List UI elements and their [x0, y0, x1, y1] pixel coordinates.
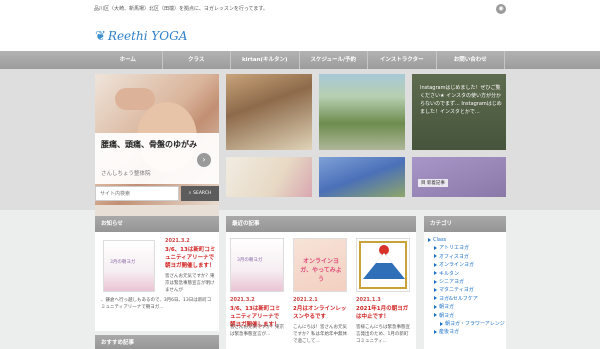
- slide-subtitle: さんしちょう整体院: [101, 171, 151, 177]
- category-item[interactable]: アトリエヨガ: [428, 244, 506, 252]
- recent-post-thumbnail-label: 3月の朝ヨガ: [237, 258, 263, 263]
- recent-post-thumbnail-label: オンラインヨガ、やってみよう: [300, 258, 342, 283]
- nav-item-instructor[interactable]: インストラクター: [368, 51, 437, 69]
- triangle-right-icon: [434, 245, 437, 250]
- news-excerpt: 皆さんお元気ですか？東京は緊急事態宣言が明けませんが: [165, 274, 215, 293]
- category-label: シニアヨガ: [439, 279, 465, 286]
- feature-area: 腰痛、頭痛、骨盤のゆがみ さんしちょう整体院 › ⌕ SEARCH Instag…: [0, 69, 600, 249]
- triangle-right-icon: [428, 237, 431, 242]
- nav-item-class[interactable]: クラス: [163, 51, 231, 69]
- recent-post-excerpt: 皆さんお元気ですか？東京は緊急事態宣言が...: [230, 325, 284, 337]
- recent-post-date: 2021.1.3: [356, 297, 381, 303]
- category-label: マタニティヨガ: [439, 287, 474, 294]
- top-bar: 品川区（大崎、新馬場）北区（田端）を拠点に、ヨガレッスンを行ってます。 ◉: [0, 0, 600, 18]
- category-item-class[interactable]: Class: [428, 236, 506, 244]
- nav-item-kirtan[interactable]: kirtan(キルタン): [231, 51, 300, 69]
- nav-item-home[interactable]: ホーム: [94, 51, 163, 69]
- category-label: Class: [433, 237, 447, 243]
- main-nav: ホーム クラス kirtan(キルタン) スケジュール/予約 インストラクター …: [0, 51, 600, 69]
- site-tagline: 品川区（大崎、新馬場）北区（田端）を拠点に、ヨガレッスンを行ってます。: [94, 6, 268, 12]
- category-item[interactable]: 朝ヨガ: [428, 303, 506, 311]
- slide-next-button[interactable]: ›: [197, 153, 211, 167]
- logo-flourish-icon: ❦: [95, 28, 106, 44]
- recent-post-excerpt: こんにちは！皆さんお元気ですか？私は年始年中無休で過ごして...: [293, 325, 347, 344]
- category-item[interactable]: 朝ヨガ・フラワーアレンジ: [428, 320, 506, 328]
- news-thumbnail[interactable]: 3月の朝ヨガ: [103, 240, 155, 292]
- instagram-caption: Instagramはじめました！ぜひご覧ください★ インスタの使い方が分からない…: [420, 85, 502, 115]
- new-post-badge: 目 新着記事: [418, 179, 448, 187]
- news-thumbnail-label: 3月の朝ヨガ: [110, 260, 136, 265]
- category-item[interactable]: オフィスヨガ: [428, 253, 506, 261]
- recent-post-date: 2021.3.2: [230, 297, 255, 303]
- category-item[interactable]: マタニティヨガ: [428, 286, 506, 294]
- rss-icon[interactable]: ◉: [496, 4, 506, 14]
- nav-item-contact[interactable]: お問い合わせ: [437, 51, 505, 69]
- news-heading: お知らせ: [95, 216, 219, 232]
- slide-title: 腰痛、頭痛、骨盤のゆがみ: [101, 140, 197, 149]
- recent-posts-widget: 最近の記事 3月の朝ヨガ 2021.3.2 3/6、13は新町コミュニティアリー…: [226, 216, 416, 349]
- category-item[interactable]: 朝ヨガ: [428, 312, 506, 320]
- news-excerpt-more: 、鎌倉へ行っ越しもあるので、3月6日、13日は新町コミュニティアリーナで朝ヨガ.…: [101, 298, 212, 310]
- category-label: アトリエヨガ: [439, 245, 470, 252]
- recent-post-excerpt: 皆様こんにちは緊急事態宣言発出のため、1月の新町コミュニティ...: [356, 325, 410, 344]
- recent-post-title-link[interactable]: 2月はオンラインレッスンやるです: [293, 305, 347, 321]
- recent-post-date: 2021.2.1: [293, 297, 318, 303]
- triangle-right-icon: [434, 304, 437, 309]
- category-label: 朝ヨガ: [439, 312, 455, 319]
- triangle-right-icon: [434, 262, 437, 267]
- feature-thumb-instagram[interactable]: Instagramはじめました！ぜひご覧ください★ インスタの使い方が分からない…: [412, 74, 506, 150]
- category-item[interactable]: キルタン: [428, 270, 506, 278]
- recommend-widget: おすすめ記事: [95, 335, 219, 349]
- triangle-right-icon: [434, 279, 437, 284]
- category-item[interactable]: ヨガ&セルフケア: [428, 295, 506, 303]
- category-item[interactable]: シニアヨガ: [428, 278, 506, 286]
- site-logo[interactable]: ❦ Reethi YOGA: [95, 28, 187, 44]
- site-search: ⌕ SEARCH: [95, 186, 219, 202]
- category-label: オンラインヨガ: [439, 262, 475, 269]
- recent-post-thumbnail[interactable]: オンラインヨガ、やってみよう: [293, 238, 347, 292]
- category-widget: カテゴリ Class アトリエヨガ オフィスヨガ オンラインヨガ キルタン シニ…: [424, 216, 506, 349]
- recent-heading: 最近の記事: [226, 216, 416, 232]
- triangle-right-icon: [434, 271, 437, 276]
- category-item[interactable]: 産後ヨガ: [428, 328, 506, 336]
- category-label: オフィスヨガ: [439, 253, 469, 260]
- site-header: ❦ Reethi YOGA: [0, 18, 600, 51]
- news-date: 2021.3.2: [165, 238, 190, 244]
- category-label: 産後ヨガ: [439, 329, 460, 336]
- news-title-link[interactable]: 3/6、13は新町コミュニティアリーナで朝ヨガ開催します！: [165, 246, 217, 270]
- search-input[interactable]: [95, 186, 179, 201]
- feature-thumb-mat[interactable]: [226, 157, 312, 197]
- triangle-right-icon: [440, 321, 443, 326]
- search-button-label: SEARCH: [193, 191, 212, 196]
- triangle-right-icon: [434, 329, 437, 334]
- category-list: Class アトリエヨガ オフィスヨガ オンラインヨガ キルタン シニアヨガ マ…: [428, 236, 506, 337]
- category-label: 朝ヨガ: [439, 304, 455, 311]
- category-item[interactable]: オンラインヨガ: [428, 261, 506, 269]
- category-label: キルタン: [439, 270, 460, 277]
- slide-caption: 腰痛、頭痛、骨盤のゆがみ さんしちょう整体院 ›: [95, 133, 219, 184]
- recent-post-thumbnail[interactable]: 3月の朝ヨガ: [230, 238, 284, 292]
- feature-thumb-park[interactable]: [319, 74, 405, 150]
- recommend-heading: おすすめ記事: [95, 335, 219, 349]
- nav-item-schedule[interactable]: スケジュール/予約: [300, 51, 368, 69]
- search-button[interactable]: ⌕ SEARCH: [181, 186, 219, 201]
- feature-thumb-cat[interactable]: [226, 74, 312, 150]
- triangle-right-icon: [434, 296, 437, 301]
- category-label: 朝ヨガ・フラワーアレンジ: [445, 321, 505, 328]
- feature-thumb-purple[interactable]: 目 新着記事: [412, 157, 506, 197]
- feature-thumb-flowers[interactable]: [319, 157, 405, 197]
- triangle-right-icon: [434, 254, 437, 259]
- logo-text: Reethi YOGA: [107, 29, 188, 43]
- category-heading: カテゴリ: [424, 216, 506, 232]
- triangle-right-icon: [434, 287, 437, 292]
- category-label: ヨガ&セルフケア: [439, 295, 478, 302]
- news-widget: お知らせ 3月の朝ヨガ 2021.3.2 3/6、13は新町コミュニティアリーナ…: [95, 216, 219, 331]
- triangle-right-icon: [434, 313, 437, 318]
- recent-post-thumbnail[interactable]: [356, 238, 410, 292]
- recent-post-title-link[interactable]: 2021年1月の朝ヨガは中止です！: [356, 305, 410, 321]
- search-icon: ⌕: [188, 191, 192, 196]
